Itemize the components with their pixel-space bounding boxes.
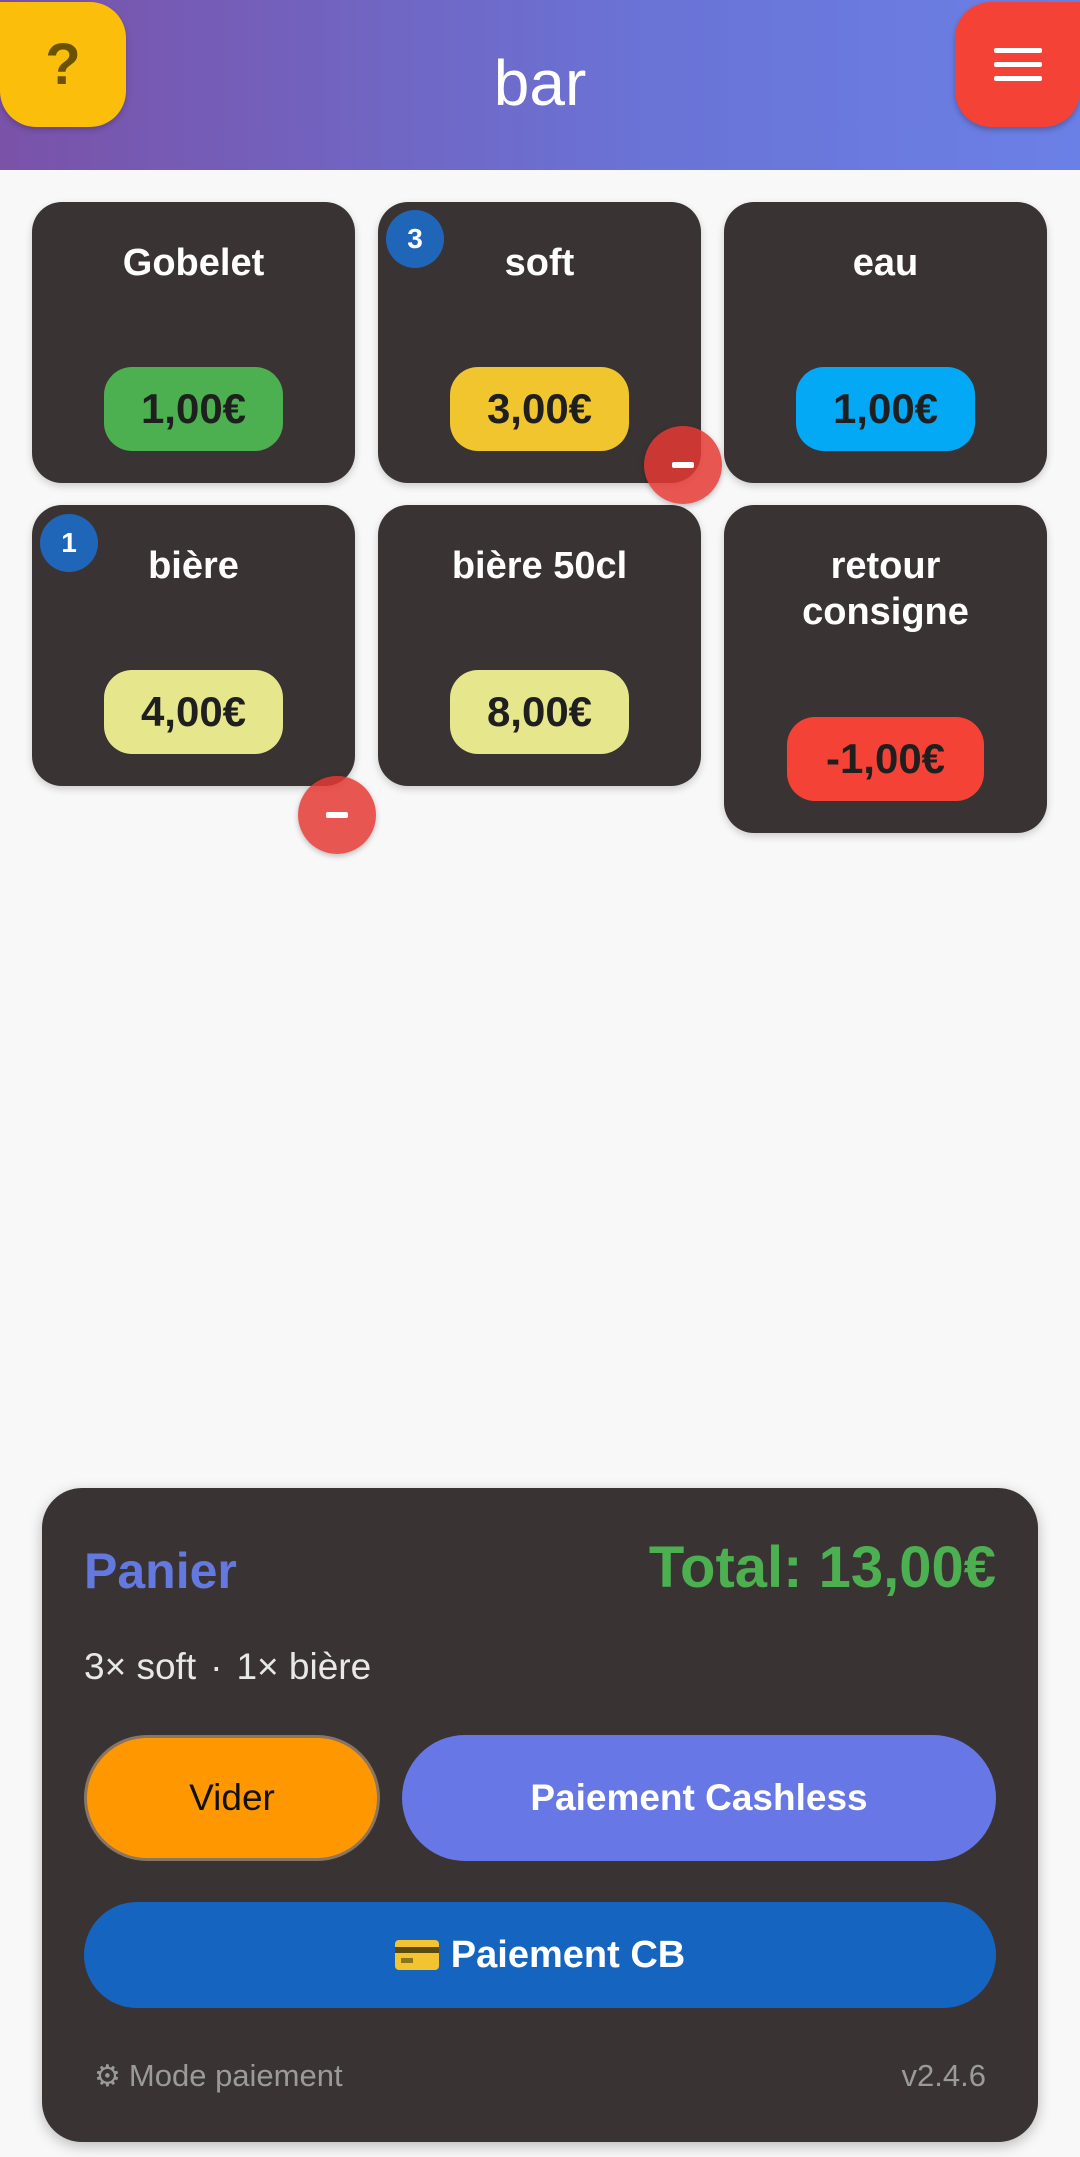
hamburger-menu-icon — [993, 47, 1042, 82]
product-name: Gobelet — [122, 242, 265, 284]
product-price: 8,00€ — [450, 670, 629, 754]
payment-mode-label: Mode paiement — [128, 2058, 343, 2093]
product-price: 3,00€ — [450, 367, 629, 451]
cart-title: Panier — [84, 1543, 237, 1599]
question-mark-icon: ? — [45, 32, 81, 97]
product-price: 4,00€ — [104, 670, 283, 754]
product-price: -1,00€ — [787, 717, 984, 801]
clear-cart-button[interactable]: Vider — [84, 1735, 380, 1861]
card-payment-button[interactable]: Paiement CB — [84, 1902, 996, 2008]
cart-item: 3× soft — [84, 1646, 197, 1687]
app-version: v2.4.6 — [901, 2058, 986, 2093]
separator: · — [210, 1646, 223, 1687]
quantity-badge: 3 — [386, 210, 444, 268]
menu-button[interactable] — [955, 2, 1080, 127]
product-tile-retour-consigne[interactable]: retour consigne -1,00€ — [724, 505, 1047, 833]
product-tile-gobelet[interactable]: Gobelet 1,00€ — [32, 202, 355, 483]
product-price: 1,00€ — [796, 367, 975, 451]
remove-soft-button[interactable] — [644, 426, 722, 504]
product-price: 1,00€ — [104, 367, 283, 451]
app-header: bar — [0, 0, 1080, 170]
minus-icon — [326, 812, 348, 818]
product-tile-eau[interactable]: eau 1,00€ — [724, 202, 1047, 483]
help-button[interactable]: ? — [0, 2, 126, 127]
payment-mode-link[interactable]: ⚙ Mode paiement — [94, 2058, 343, 2094]
card-payment-label: Paiement CB — [450, 1933, 686, 1976]
credit-card-icon — [394, 1940, 439, 1970]
page-title: bar — [493, 47, 587, 119]
product-tile-biere-50cl[interactable]: bière 50cl 8,00€ — [378, 505, 701, 786]
product-name: bière 50cl — [451, 545, 628, 587]
cart-total: Total: 13,00€ — [648, 1535, 996, 1600]
quantity-badge: 1 — [40, 514, 98, 572]
gear-icon: ⚙ — [94, 2059, 121, 2093]
cart-item: 1× bière — [236, 1646, 372, 1687]
product-name: eau — [852, 242, 919, 284]
product-name: retour consigne — [802, 545, 969, 633]
cashless-payment-button[interactable]: Paiement Cashless — [402, 1735, 996, 1861]
minus-icon — [672, 462, 694, 468]
remove-biere-button[interactable] — [298, 776, 376, 854]
cart-summary: 3× soft · 1× bière — [84, 1646, 371, 1688]
cart-panel: Panier Total: 13,00€ 3× soft · 1× bière Vi… — [42, 1488, 1038, 2142]
